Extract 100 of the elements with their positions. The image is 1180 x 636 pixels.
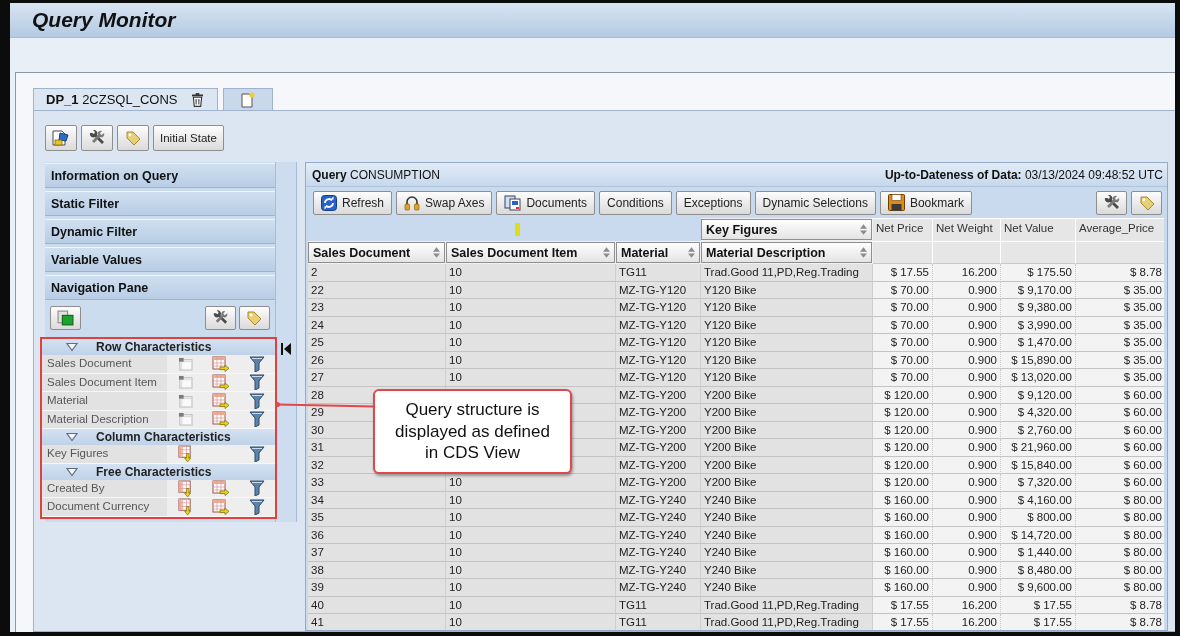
query-title: Query CONSUMPTION	[312, 167, 441, 182]
headphones-icon[interactable]	[404, 194, 421, 211]
new-page-icon[interactable]	[240, 91, 255, 108]
refresh-button[interactable]: Refresh	[313, 190, 393, 215]
window-icon[interactable]	[177, 356, 193, 371]
filter-icon[interactable]	[249, 498, 265, 515]
table-cell: 0.900	[933, 579, 1001, 597]
table-cell: MZ-TG-Y120	[616, 369, 701, 387]
characteristic-label: Material	[42, 392, 167, 410]
table-cell: TG11	[616, 264, 701, 282]
table-cell: Y240 Bike	[701, 509, 873, 527]
table-cell: $ 120.00	[873, 474, 933, 492]
marker-icon	[515, 223, 520, 236]
refresh-icon[interactable]	[321, 194, 337, 211]
table-cell: 10	[446, 579, 616, 597]
triangle-down-icon[interactable]	[66, 466, 78, 477]
table-cell: $ 800.00	[1001, 509, 1076, 527]
table-arrow-right-icon[interactable]	[212, 374, 230, 391]
toolbar-button[interactable]: Conditions	[599, 190, 672, 215]
sort-icon[interactable]	[603, 247, 610, 258]
query-tab[interactable]: DP_1 2CZSQL_CONS	[33, 88, 218, 110]
column-header[interactable]: Material Description	[701, 242, 872, 263]
table-cell: $ 21,960.00	[1001, 439, 1076, 457]
column-header[interactable]: Net Price	[873, 218, 933, 241]
documents-button[interactable]: Documents	[496, 190, 596, 215]
group-header[interactable]: Row Characteristics	[42, 339, 275, 355]
table-cell: 10	[446, 299, 616, 317]
sort-icon[interactable]	[433, 247, 440, 258]
filter-icon[interactable]	[249, 411, 265, 428]
column-header[interactable]: Sales Document	[308, 242, 445, 263]
wrench-icon[interactable]	[1102, 194, 1121, 211]
tag-icon[interactable]	[246, 310, 262, 326]
settings-button[interactable]	[1096, 190, 1127, 215]
table-arrow-right-icon[interactable]	[212, 480, 230, 497]
trash-icon[interactable]	[191, 92, 203, 107]
table-cell: 10	[446, 264, 616, 282]
table-cell: 0.900	[933, 544, 1001, 562]
bookmark-button[interactable]: Bookmark	[879, 190, 972, 215]
swap-axes-button[interactable]: Swap Axes	[396, 190, 493, 215]
table-cell: 0.900	[933, 334, 1001, 352]
table-arrow-right-icon[interactable]	[212, 392, 230, 409]
window-icon[interactable]	[177, 393, 193, 408]
column-header[interactable]: Net Weight	[933, 218, 1001, 241]
table-cell: 23	[308, 299, 446, 317]
window-icon[interactable]	[177, 375, 193, 390]
table-cell: $ 1,470.00	[1001, 334, 1076, 352]
wrench-icon[interactable]	[212, 310, 229, 326]
window-icon[interactable]	[177, 412, 193, 427]
table-arrow-right-icon[interactable]	[212, 355, 230, 372]
document-icon[interactable]	[52, 130, 70, 146]
accordion-header[interactable]: Information on Query	[45, 163, 275, 188]
toolbar-button[interactable]: Dynamic Selections	[754, 190, 876, 215]
table-cell: Trad.Good 11,PD,Reg.Trading	[701, 614, 873, 630]
accordion-header[interactable]: Variable Values	[45, 247, 275, 272]
tag-icon[interactable]	[1138, 194, 1155, 211]
initial-state-button[interactable]: Initial State	[153, 125, 224, 151]
triangle-down-icon[interactable]	[66, 432, 78, 442]
table-arrow-right-icon[interactable]	[212, 411, 230, 428]
settings-button[interactable]	[205, 306, 236, 330]
filter-icon[interactable]	[249, 445, 265, 462]
table-cell: Y240 Bike	[701, 544, 873, 562]
accordion-header[interactable]: Navigation Pane	[45, 275, 275, 300]
accordion-header[interactable]: Dynamic Filter	[45, 219, 275, 244]
group-header[interactable]: Column Characteristics	[42, 429, 275, 445]
table-cell: 0.900	[933, 439, 1001, 457]
column-header[interactable]: Average_Price	[1076, 218, 1164, 241]
layout-button[interactable]	[50, 306, 81, 330]
export-button[interactable]	[45, 125, 77, 151]
column-header[interactable]: Material	[616, 242, 700, 263]
settings-button[interactable]	[81, 125, 113, 151]
callout: Query structure is displayed as defined in CDS View	[373, 389, 572, 474]
documents-icon[interactable]	[504, 194, 522, 211]
filter-icon[interactable]	[249, 355, 265, 372]
collapse-icon[interactable]	[281, 343, 291, 355]
characteristic-label: Document Currency	[42, 498, 167, 516]
window-title: Query Monitor	[32, 8, 176, 32]
table-cell: 16.200	[933, 264, 1001, 282]
filter-icon[interactable]	[249, 480, 265, 497]
new-tab[interactable]	[222, 88, 273, 110]
column-header[interactable]: Net Value	[1001, 218, 1076, 241]
accordion-header[interactable]: Static Filter	[45, 191, 275, 216]
filter-icon[interactable]	[249, 392, 265, 409]
wrench-icon[interactable]	[88, 130, 106, 146]
column-header[interactable]: Key Figures	[701, 219, 872, 240]
table-cell: 0.900	[933, 299, 1001, 317]
triangle-down-icon[interactable]	[66, 342, 78, 352]
toolbar-button[interactable]: Exceptions	[675, 190, 751, 215]
sort-icon[interactable]	[688, 247, 695, 258]
tag-icon[interactable]	[125, 130, 141, 146]
column-header[interactable]: Sales Document Item	[446, 242, 615, 263]
table-arrow-down-icon[interactable]	[177, 445, 193, 463]
squares-icon[interactable]	[57, 310, 74, 326]
table-cell: MZ-TG-Y120	[616, 299, 701, 317]
table-arrow-down-icon[interactable]	[177, 479, 193, 497]
table-arrow-down-icon[interactable]	[177, 498, 193, 516]
filter-icon[interactable]	[249, 374, 265, 391]
table-cell: $ 70.00	[873, 299, 933, 317]
sort-icon[interactable]	[860, 247, 867, 258]
sort-icon[interactable]	[860, 224, 867, 235]
table-arrow-right-icon[interactable]	[212, 498, 230, 515]
